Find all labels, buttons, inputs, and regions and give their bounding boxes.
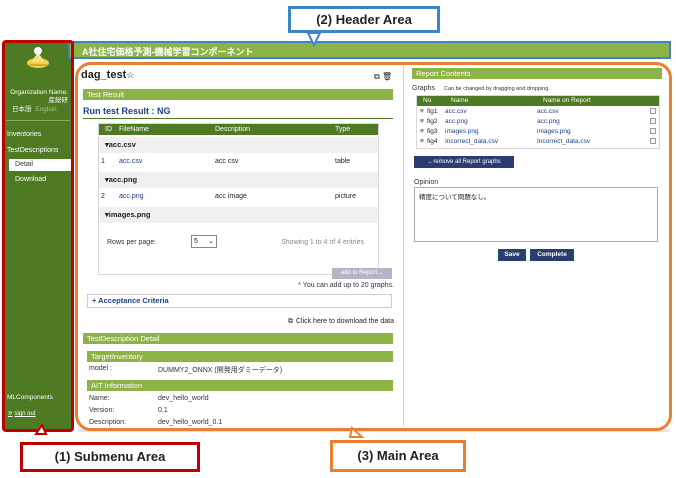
header-bar: A社住宅価格予測-機械学習コンポーネント bbox=[68, 41, 671, 59]
main-area-label: (3) Main Area bbox=[330, 440, 466, 472]
header-area-label: (2) Header Area bbox=[288, 6, 440, 33]
submenu-area-label: (1) Submenu Area bbox=[20, 442, 200, 472]
submenu-area-frame bbox=[2, 40, 74, 432]
main-area-frame bbox=[75, 62, 672, 431]
header-title: A社住宅価格予測-機械学習コンポーネント bbox=[82, 47, 254, 57]
